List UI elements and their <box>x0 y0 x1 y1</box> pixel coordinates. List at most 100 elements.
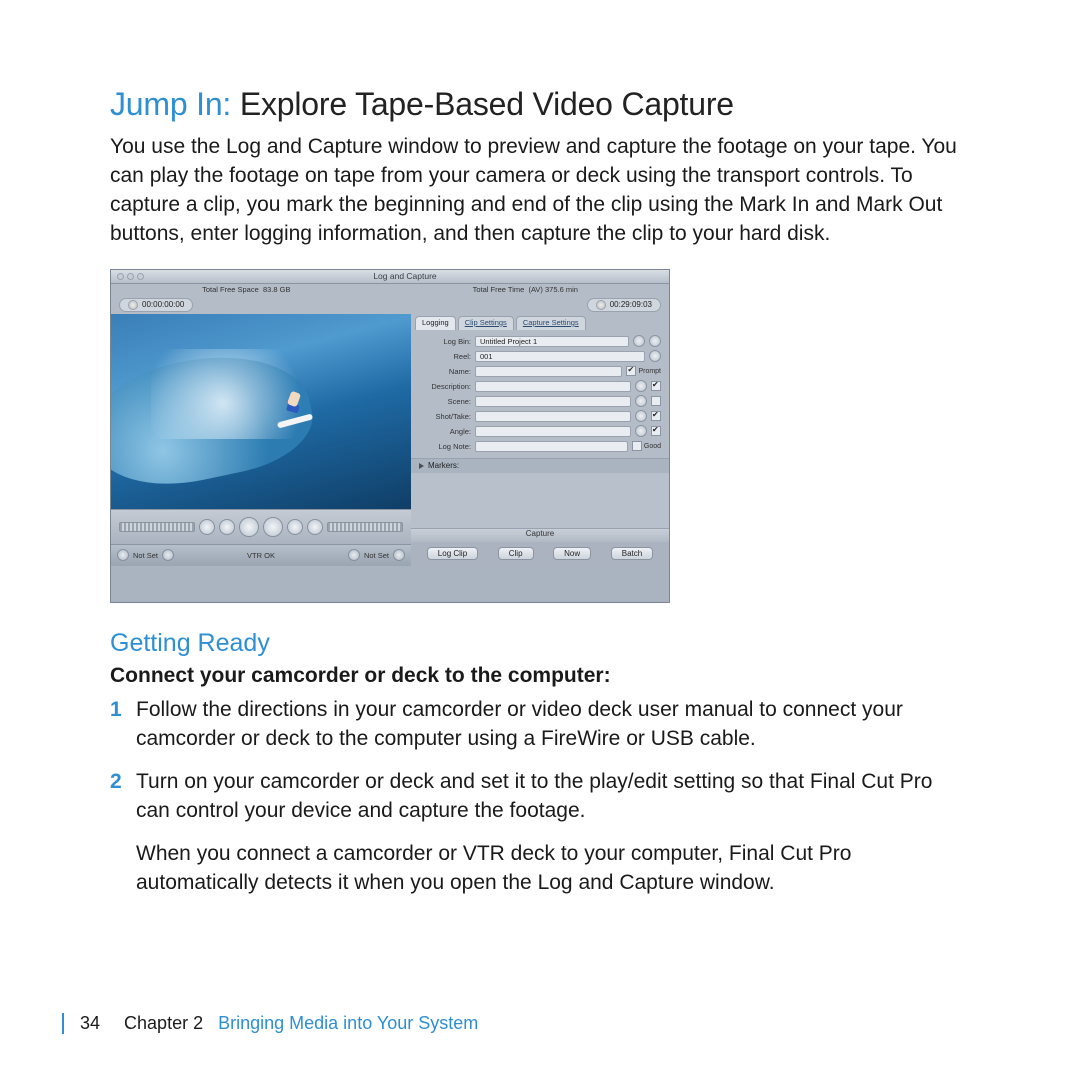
free-space-label: Total Free Space <box>202 285 259 294</box>
lognote-label: Log Note: <box>419 442 471 451</box>
good-checkbox[interactable] <box>632 441 642 451</box>
in-point-value: Not Set <box>133 551 158 560</box>
disclosure-triangle-icon[interactable] <box>419 463 424 469</box>
step-item: 2 Turn on your camcorder or deck and set … <box>110 768 970 826</box>
slate-icon[interactable] <box>635 395 647 407</box>
intro-paragraph: You use the Log and Capture window to pr… <box>110 133 970 249</box>
free-space-value: 83.8 GB <box>263 285 291 294</box>
angle-field[interactable] <box>475 426 631 437</box>
info-row: Total Free Space 83.8 GB Total Free Time… <box>111 284 669 296</box>
mark-row: Not Set VTR OK Not Set <box>111 544 411 566</box>
close-icon[interactable] <box>117 273 124 280</box>
name-label: Name: <box>419 367 471 376</box>
tc-out-value: 00:29:09:03 <box>610 300 652 309</box>
minimize-icon[interactable] <box>127 273 134 280</box>
markers-label: Markers: <box>428 461 459 470</box>
vtr-status: VTR OK <box>247 551 275 560</box>
connect-subheading: Connect your camcorder or deck to the co… <box>110 664 970 688</box>
log-clip-button[interactable]: Log Clip <box>427 547 478 560</box>
fast-forward-button[interactable] <box>307 519 323 535</box>
chapter-title: Bringing Media into Your System <box>218 1013 478 1033</box>
steps-list: 1 Follow the directions in your camcorder… <box>110 696 970 826</box>
free-time-value: (AV) 375.6 min <box>528 285 577 294</box>
lognote-field[interactable] <box>475 441 628 452</box>
jog-wheel-icon[interactable] <box>128 300 138 310</box>
stop-button[interactable] <box>239 517 259 537</box>
slate-icon[interactable] <box>649 350 661 362</box>
mark-out-button[interactable] <box>348 549 360 561</box>
shottake-checkbox[interactable] <box>651 411 661 421</box>
capture-header: Capture <box>411 528 669 542</box>
capture-batch-button[interactable]: Batch <box>611 547 653 560</box>
scene-label: Scene: <box>419 397 471 406</box>
angle-checkbox[interactable] <box>651 426 661 436</box>
step-number: 1 <box>110 696 122 725</box>
out-point-value: Not Set <box>364 551 389 560</box>
angle-label: Angle: <box>419 427 471 436</box>
slate-icon[interactable] <box>635 380 647 392</box>
chapter-label: Chapter 2 <box>124 1013 203 1033</box>
jog-slider[interactable] <box>327 522 403 532</box>
slate-icon[interactable] <box>635 410 647 422</box>
prompt-label: Prompt <box>638 368 661 375</box>
tc-in-value: 00:00:00:00 <box>142 300 184 309</box>
go-to-out-button[interactable] <box>393 549 405 561</box>
new-bin-icon[interactable] <box>649 335 661 347</box>
good-label: Good <box>644 443 661 450</box>
free-time-label: Total Free Time <box>473 285 525 294</box>
reel-field[interactable]: 001 <box>475 351 645 362</box>
transport-controls <box>111 509 411 544</box>
go-to-in-button[interactable] <box>117 549 129 561</box>
markers-header[interactable]: Markers: <box>411 458 669 473</box>
up-dir-icon[interactable] <box>633 335 645 347</box>
scene-checkbox[interactable] <box>651 396 661 406</box>
log-bin-field[interactable]: Untitled Project 1 <box>475 336 629 347</box>
getting-ready-heading: Getting Ready <box>110 629 970 658</box>
tab-clip-settings[interactable]: Clip Settings <box>458 316 514 330</box>
tab-logging[interactable]: Logging <box>415 316 456 330</box>
logging-panel: Logging Clip Settings Capture Settings L… <box>411 314 669 566</box>
shottake-field[interactable] <box>475 411 631 422</box>
name-field[interactable] <box>475 366 622 377</box>
heading-jump: Jump In: <box>110 86 231 122</box>
description-checkbox[interactable] <box>651 381 661 391</box>
step-forward-button[interactable] <box>287 519 303 535</box>
heading-rest: Explore Tape-Based Video Capture <box>231 86 734 122</box>
description-field[interactable] <box>475 381 631 392</box>
step-number: 2 <box>110 768 122 797</box>
timecode-row: 00:00:00:00 00:29:09:03 <box>111 296 669 314</box>
slate-icon[interactable] <box>635 425 647 437</box>
description-label: Description: <box>419 382 471 391</box>
zoom-icon[interactable] <box>137 273 144 280</box>
panel-tabs: Logging Clip Settings Capture Settings <box>411 314 669 330</box>
after-steps-paragraph: When you connect a camcorder or VTR deck… <box>110 840 970 898</box>
step-back-button[interactable] <box>219 519 235 535</box>
step-item: 1 Follow the directions in your camcorder… <box>110 696 970 754</box>
page-number: 34 <box>80 1013 100 1034</box>
timecode-in[interactable]: 00:00:00:00 <box>119 298 193 312</box>
log-bin-label: Log Bin: <box>419 337 471 346</box>
page-heading: Jump In: Explore Tape-Based Video Captur… <box>110 86 970 123</box>
mark-in-button[interactable] <box>162 549 174 561</box>
capture-buttons: Log Clip Clip Now Batch <box>411 542 669 566</box>
reel-label: Reel: <box>419 352 471 361</box>
shuttle-slider[interactable] <box>119 522 195 532</box>
jog-wheel-icon[interactable] <box>596 300 606 310</box>
play-button[interactable] <box>263 517 283 537</box>
logging-form: Log Bin: Untitled Project 1 Reel: 001 Name… <box>411 330 669 458</box>
tab-capture-settings[interactable]: Capture Settings <box>516 316 586 330</box>
window-titlebar: Log and Capture <box>111 270 669 284</box>
panel-empty-space <box>411 473 669 528</box>
timecode-out[interactable]: 00:29:09:03 <box>587 298 661 312</box>
shottake-label: Shot/Take: <box>419 412 471 421</box>
capture-now-button[interactable]: Now <box>553 547 591 560</box>
prompt-checkbox[interactable] <box>626 366 636 376</box>
log-and-capture-window: Log and Capture Total Free Space 83.8 GB… <box>110 269 670 603</box>
page-footer: 34 Chapter 2 Bringing Media into Your Sy… <box>62 1013 478 1034</box>
step-text: Follow the directions in your camcorder … <box>136 698 903 750</box>
capture-clip-button[interactable]: Clip <box>498 547 534 560</box>
step-text: Turn on your camcorder or deck and set i… <box>136 770 932 822</box>
rewind-button[interactable] <box>199 519 215 535</box>
scene-field[interactable] <box>475 396 631 407</box>
video-preview <box>111 314 411 509</box>
